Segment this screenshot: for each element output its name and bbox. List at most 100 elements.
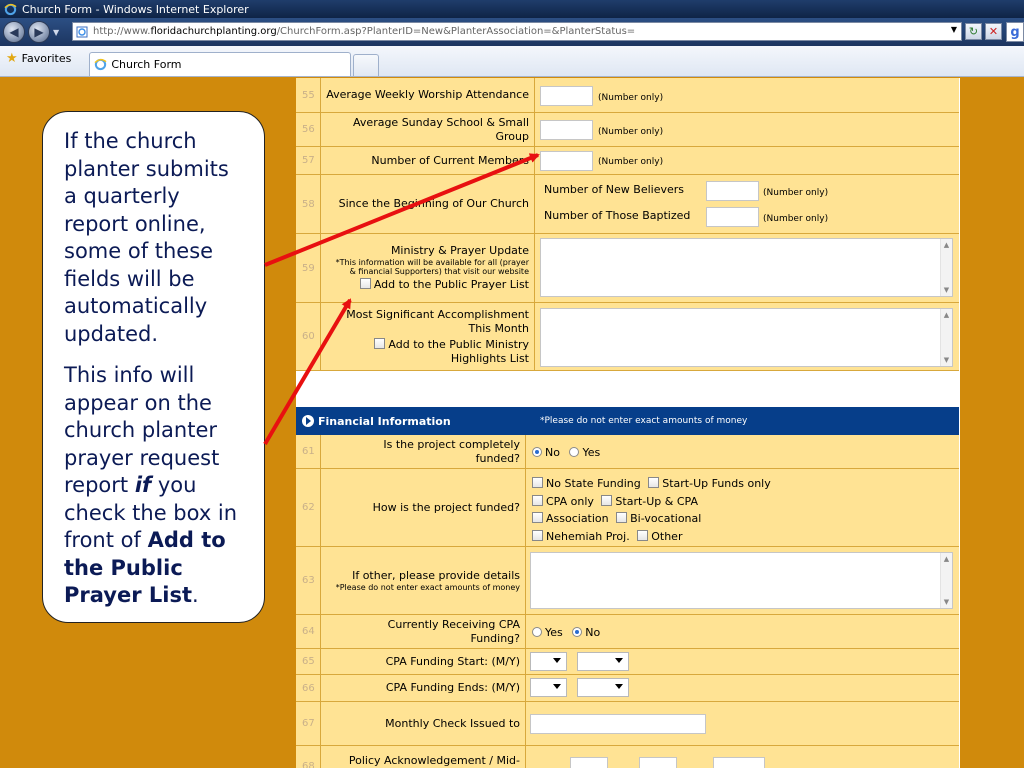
form-container: 55 Average Weekly Worship Attendance (Nu… [296, 78, 960, 768]
cpa-end-label: CPA Funding Ends: (M/Y) [385, 681, 520, 694]
stop-button[interactable]: ✕ [985, 23, 1002, 40]
history-dropdown-icon[interactable]: ▼ [53, 28, 59, 37]
new-believers-input[interactable] [706, 181, 759, 201]
search-provider-icon[interactable]: g [1006, 22, 1024, 42]
scroll-up-icon: ▲ [943, 241, 950, 249]
cpa-yes-option[interactable]: Yes [532, 626, 563, 639]
other-details-textarea[interactable]: ▲ ▼ [530, 552, 953, 609]
cpa-start-year-select[interactable] [577, 652, 629, 671]
tab-church-form[interactable]: Church Form [89, 52, 352, 76]
cpa-no-label: No [585, 626, 601, 639]
other-label: Other [651, 529, 683, 543]
ie-logo-icon [4, 3, 17, 15]
row-number: 62 [296, 469, 321, 546]
back-button[interactable]: ◀ [3, 21, 25, 43]
nehemiah-checkbox[interactable] [532, 529, 543, 541]
row-field: (Number only) [535, 113, 959, 146]
accomplishment-textarea[interactable]: ▲ ▼ [540, 308, 953, 367]
attendance-input[interactable] [540, 86, 593, 106]
row-label: Average Sunday School & Small Group [322, 113, 535, 146]
row-number: 63 [296, 547, 321, 614]
row-field [526, 746, 959, 768]
textarea-scrollbar[interactable]: ▲ ▼ [940, 309, 952, 366]
favorites-button[interactable]: ★ Favorites [0, 47, 77, 76]
cpa-only-checkbox[interactable] [532, 494, 543, 506]
cpa-end-month-select[interactable] [530, 678, 567, 697]
check-issued-input[interactable] [530, 714, 706, 734]
address-dropdown-icon[interactable]: ▼ [951, 25, 957, 34]
members-label: Number of Current Members [371, 153, 529, 167]
page-icon [76, 26, 88, 37]
refresh-button[interactable]: ↻ [965, 23, 982, 40]
url-path: /ChurchForm.asp?PlanterID=New&PlanterAss… [276, 26, 636, 37]
cpa-start-month-select[interactable] [530, 652, 567, 671]
bivocational-checkbox[interactable] [616, 512, 628, 523]
members-input[interactable] [540, 151, 593, 171]
cpa-yes-radio[interactable] [532, 627, 542, 637]
sunday-school-input[interactable] [540, 120, 593, 140]
dropdown-arrow-icon [615, 658, 623, 663]
row-field: No Yes [526, 435, 959, 468]
cpa-yes-label: Yes [545, 626, 563, 639]
policy-input-3[interactable] [713, 757, 765, 768]
funded-no-option[interactable]: No [532, 446, 560, 459]
policy-input-2[interactable] [639, 757, 677, 768]
attendance-label: Average Weekly Worship Attendance [326, 88, 529, 101]
startup-cpa-label: Start-Up & CPA [615, 494, 698, 508]
form-row-63: 63 If other, please provide details *Ple… [296, 547, 959, 615]
startup-funds-label: Start-Up Funds only [662, 477, 771, 490]
form-row-59: 59 Ministry & Prayer Update *This inform… [296, 234, 959, 303]
cpa-no-option[interactable]: No [572, 626, 600, 639]
funded-yes-option[interactable]: Yes [569, 446, 600, 459]
startup-funds-checkbox[interactable] [648, 477, 660, 488]
row-field: ▲ ▼ [535, 303, 959, 370]
number-only-hint: (Number only) [598, 157, 664, 167]
row-number: 65 [296, 649, 321, 674]
textarea-scrollbar[interactable]: ▲ ▼ [940, 553, 952, 608]
ministry-highlights-checkbox[interactable] [374, 337, 386, 349]
other-details-note: *Please do not enter exact amounts of mo… [335, 583, 520, 592]
scroll-down-icon: ▼ [943, 598, 950, 606]
prayer-update-textarea[interactable]: ▲ ▼ [540, 238, 953, 297]
no-state-funding-checkbox[interactable] [532, 477, 543, 488]
row-field: Number of New Believers (Number only) Nu… [535, 175, 959, 233]
accomplishment-label: Most Significant Accomplishment This Mon… [346, 307, 529, 335]
row-number: 60 [296, 303, 321, 370]
other-checkbox[interactable] [637, 529, 649, 541]
cpa-end-year-select[interactable] [577, 678, 629, 697]
baptized-label: Number of Those Baptized [544, 209, 691, 222]
public-prayer-checkbox[interactable] [359, 278, 371, 289]
row-field: (Number only) [535, 78, 959, 112]
row-label: Ministry & Prayer Update *This informati… [322, 234, 535, 302]
row-field: No State Funding Start-Up Funds only CPA… [526, 469, 959, 546]
startup-cpa-checkbox[interactable] [601, 494, 613, 506]
ministry-highlights-label: Add to the Public Ministry Highlights Li… [388, 337, 529, 365]
since-beginning-label: Since the Beginning of Our Church [338, 197, 529, 210]
window-titlebar: Church Form - Windows Internet Explorer [0, 0, 1024, 18]
public-prayer-label: Add to the Public Prayer List [373, 278, 529, 291]
policy-input-1[interactable] [570, 757, 608, 768]
dropdown-arrow-icon [615, 684, 623, 689]
stop-icon: ✕ [988, 25, 999, 38]
form-row-55: 55 Average Weekly Worship Attendance (Nu… [296, 78, 959, 113]
textarea-scrollbar[interactable]: ▲ ▼ [940, 239, 952, 296]
new-believers-label: Number of New Believers [544, 183, 684, 196]
nehemiah-label: Nehemiah Proj. [546, 529, 630, 543]
new-tab-button[interactable] [353, 54, 380, 76]
funded-yes-radio[interactable] [569, 447, 580, 457]
association-checkbox[interactable] [532, 512, 543, 523]
baptized-input[interactable] [706, 207, 759, 227]
form-row-61: 61 Is the project completely funded? No … [296, 435, 959, 469]
row-number: 56 [296, 113, 321, 146]
row-number: 67 [296, 702, 321, 745]
row-field [526, 702, 959, 745]
forward-button[interactable]: ▶ [28, 21, 50, 43]
row-field: (Number only) [535, 147, 959, 174]
form-row-62: 62 How is the project funded? No State F… [296, 469, 959, 547]
row-number: 64 [296, 615, 321, 648]
row-field: Yes No [526, 615, 959, 648]
form-row-67: 67 Monthly Check Issued to [296, 702, 959, 746]
cpa-no-radio[interactable] [572, 627, 583, 637]
funded-no-radio[interactable] [532, 447, 542, 457]
address-bar[interactable]: http://www. floridachurchplanting.org/Chu… [72, 22, 962, 41]
